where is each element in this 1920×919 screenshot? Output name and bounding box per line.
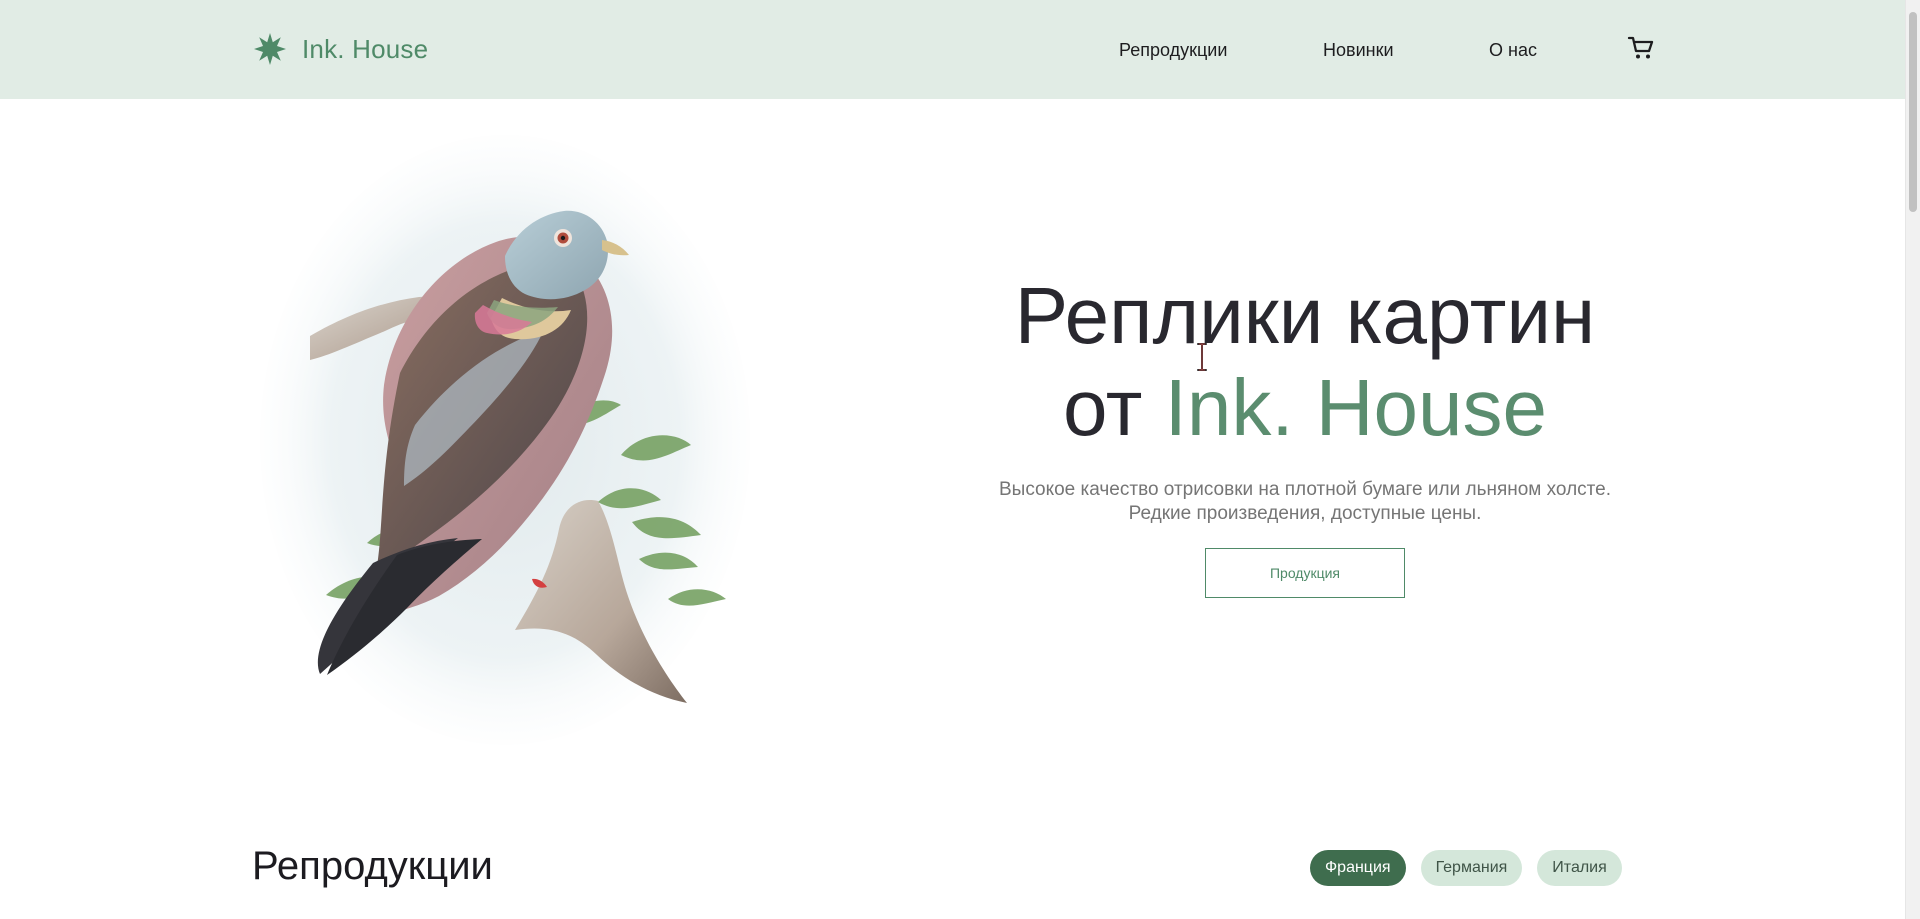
hero-copy: Реплики картин от Ink. House Высокое кач… <box>955 270 1655 598</box>
cart-button[interactable] <box>1626 34 1656 62</box>
page-scrollbar[interactable] <box>1905 0 1920 919</box>
country-filter-group: Франция Германия Италия <box>1310 850 1622 886</box>
filter-germany[interactable]: Германия <box>1420 850 1523 886</box>
products-button[interactable]: Продукция <box>1205 548 1405 598</box>
main-nav: Репродукции Новинки О нас <box>0 38 1905 62</box>
text-cursor-icon <box>1197 343 1207 371</box>
nav-about[interactable]: О нас <box>1489 38 1537 62</box>
hero-title-brand: Ink. House <box>1164 363 1548 452</box>
nav-reproductions[interactable]: Репродукции <box>1119 38 1227 62</box>
hero-title-line-2: от Ink. House <box>955 362 1655 454</box>
filter-italy[interactable]: Италия <box>1537 850 1622 886</box>
hero-bird-illustration <box>255 125 755 755</box>
section-title: Репродукции <box>252 844 493 888</box>
scrollbar-thumb[interactable] <box>1909 12 1917 212</box>
nav-new-arrivals[interactable]: Новинки <box>1323 38 1394 62</box>
hero-title-prefix: от <box>1062 363 1143 452</box>
filter-france[interactable]: Франция <box>1310 850 1406 886</box>
hero-subtitle-line-2: Редкие произведения, доступные цены. <box>1128 503 1482 524</box>
hero-subtitle: Высокое качество отрисовки на плотной бу… <box>955 478 1655 526</box>
hero-subtitle-line-1: Высокое качество отрисовки на плотной бу… <box>998 479 1612 500</box>
hero-title-line-1: Реплики картин <box>1014 271 1596 360</box>
cart-icon <box>1627 36 1654 59</box>
site-header: Ink. House Репродукции Новинки О нас <box>0 0 1905 99</box>
